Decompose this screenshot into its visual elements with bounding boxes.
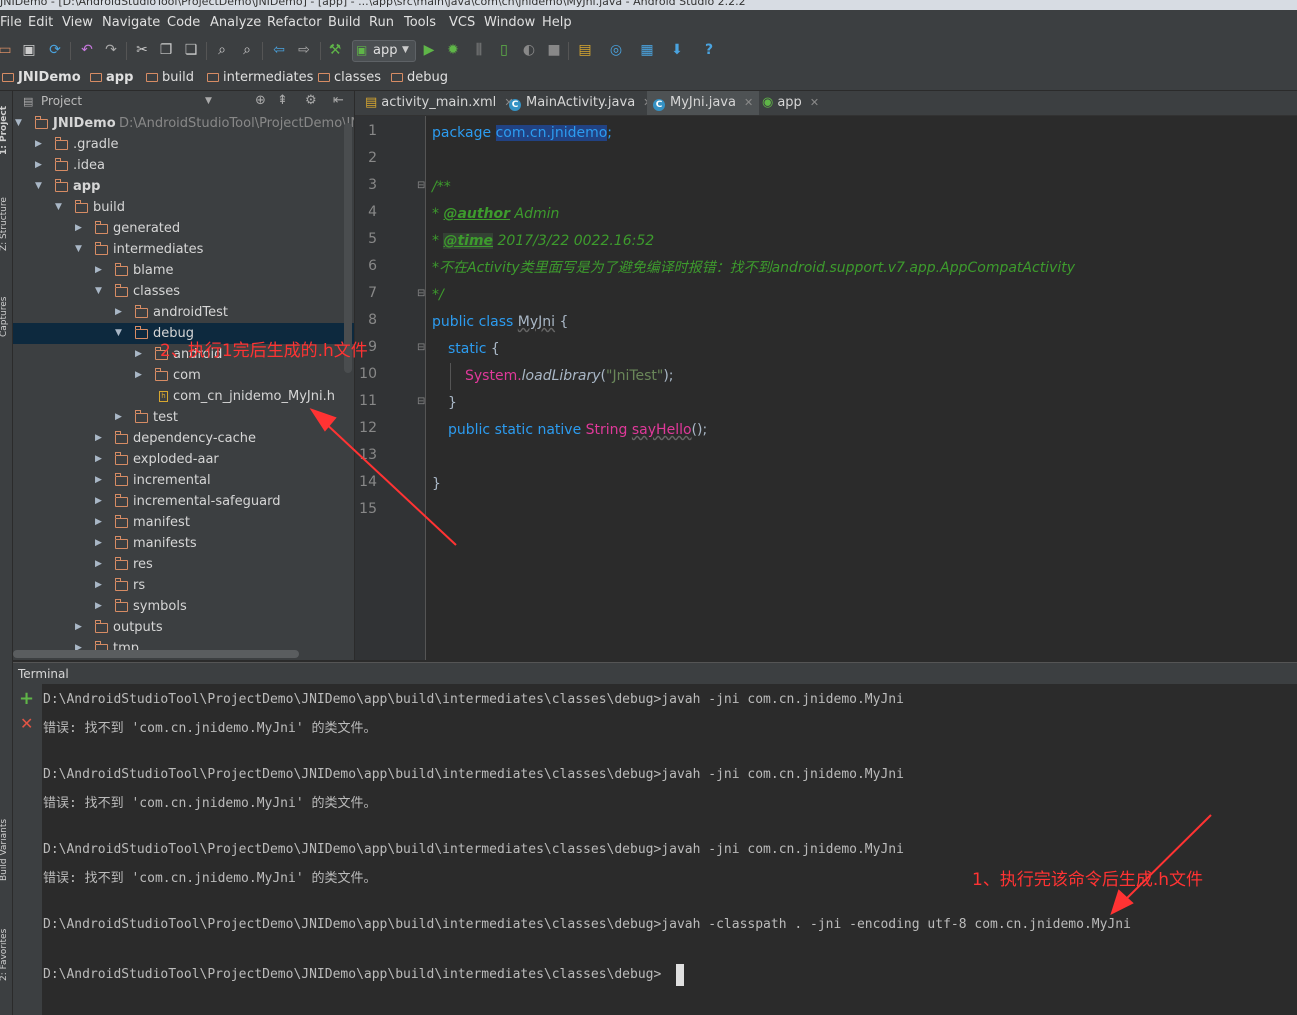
annotation-arrow-2 (321, 419, 457, 546)
annotation-arrows (309, 408, 1212, 915)
annotation-arrow-1 (1119, 814, 1212, 906)
annotation-arrow-2-head (309, 408, 337, 432)
annotation-arrow-1-head (1110, 889, 1134, 915)
